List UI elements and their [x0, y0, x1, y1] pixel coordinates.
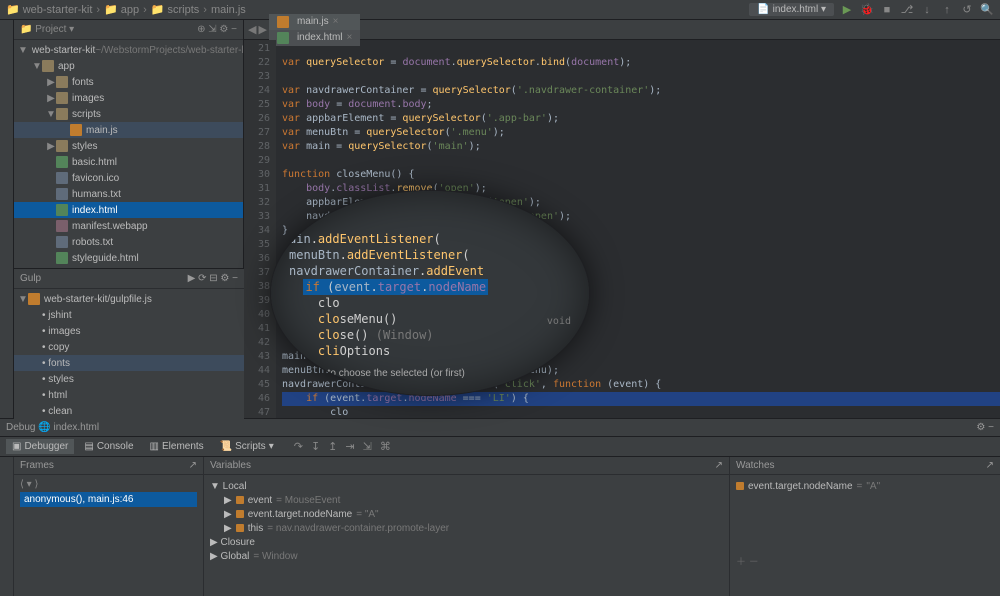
editor-tabs: ◀ ▶ main.js ×index.html × [244, 20, 1000, 40]
breadcrumb: 📁 web-starter-kit › 📁 app › 📁 scripts › … [6, 3, 246, 16]
tree-item[interactable]: ▶fonts [14, 74, 243, 90]
step-into-icon[interactable]: ↧ [311, 440, 320, 453]
expand-icon[interactable]: ↗ [715, 460, 723, 471]
tab-console[interactable]: ▤ Console [78, 439, 139, 454]
gear-icon[interactable]: ⚙ [976, 422, 985, 433]
project-panel-title[interactable]: 📁 Project ▾ [20, 24, 74, 35]
update-icon[interactable]: ↓ [920, 3, 934, 17]
run-config-selector[interactable]: 📄 index.html ▾ [749, 3, 834, 16]
stop-icon[interactable]: ■ [880, 3, 894, 17]
tree-item[interactable]: humans.txt [14, 186, 243, 202]
breadcrumb-item[interactable]: 📁 web-starter-kit [6, 3, 92, 16]
search-icon[interactable]: 🔍 [980, 3, 994, 17]
gulp-task[interactable]: • copy [14, 339, 244, 355]
watch-item[interactable]: event.target.nodeName = "A" [736, 479, 994, 493]
completion-hint: void [547, 316, 571, 327]
nav-back-icon[interactable]: ◀ [248, 23, 256, 36]
tree-item[interactable]: favicon.ico [14, 170, 243, 186]
expand-icon[interactable]: ↗ [986, 460, 994, 471]
variable-item[interactable]: ▶this = nav.navdrawer-container.promote-… [210, 521, 723, 535]
gulp-task[interactable]: • styles [14, 371, 244, 387]
variable-item[interactable]: ▶event = MouseEvent [210, 493, 723, 507]
add-watch-button[interactable]: ＋ － [736, 553, 994, 568]
step-out-icon[interactable]: ↥ [328, 440, 337, 453]
gear-icon[interactable]: ⚙ [219, 24, 228, 35]
completion-footer: Press ^. to choose the selected (or firs… [289, 368, 465, 379]
debug-tool-window: Debug 🌐 index.html ⚙ − ▣ Debugger ▤ Cons… [0, 418, 1000, 596]
gulp-task[interactable]: • html [14, 387, 244, 403]
project-tree[interactable]: ▼web-starter-kit ~/WebstormProjects/web-… [14, 40, 243, 268]
hide-icon[interactable]: − [232, 273, 238, 284]
tree-item[interactable]: ▼scripts [14, 106, 243, 122]
debug-target: index.html [53, 422, 99, 433]
refresh-icon[interactable]: ⟳ [198, 273, 206, 284]
run-icon[interactable]: ▶ [840, 3, 854, 17]
watches-panel: Watches ↗ event.target.nodeName = "A" ＋ … [730, 457, 1000, 596]
editor-tab[interactable]: main.js × [269, 14, 360, 30]
collapse-icon[interactable]: ⇲ [208, 24, 216, 35]
frames-title: Frames [20, 460, 54, 471]
vcs-icon[interactable]: ⎇ [900, 3, 914, 17]
tree-item[interactable]: ▼web-starter-kit/gulpfile.js [14, 291, 244, 307]
expand-icon[interactable]: ↗ [189, 460, 197, 471]
tree-item[interactable]: ▼web-starter-kit ~/WebstormProjects/web-… [14, 42, 243, 58]
stack-frame[interactable]: anonymous(), main.js:46 [20, 492, 197, 507]
variables-title: Variables [210, 460, 251, 471]
gutter: 2122232425262728293031323334353637383940… [244, 40, 276, 418]
run-to-cursor-icon[interactable]: ⇲ [363, 440, 372, 453]
tree-item[interactable]: ▶images [14, 90, 243, 106]
step-over-icon[interactable]: ↷ [294, 440, 303, 453]
variable-item[interactable]: ▶event.target.nodeName = "A" [210, 507, 723, 521]
debug-label: Debug [6, 422, 35, 433]
locate-icon[interactable]: ⊕ [197, 24, 205, 35]
project-panel: 📁 Project ▾ ⊕ ⇲ ⚙ − ▼web-starter-kit ~/W… [14, 20, 244, 268]
breadcrumb-item[interactable]: 📁 scripts [151, 3, 199, 16]
tree-item[interactable]: ▼app [14, 58, 243, 74]
gear-icon[interactable]: ⚙ [220, 273, 229, 284]
top-bar: 📁 web-starter-kit › 📁 app › 📁 scripts › … [0, 0, 1000, 20]
gulp-task[interactable]: • images [14, 323, 244, 339]
force-step-icon[interactable]: ⇥ [345, 440, 354, 453]
tree-item[interactable]: ▶styles [14, 138, 243, 154]
nav-fwd-icon[interactable]: ▶ [258, 23, 266, 36]
frames-panel: Frames ↗ ⟨ ▾ ⟩ anonymous(), main.js:46 [14, 457, 204, 596]
gulp-task[interactable]: • clean [14, 403, 244, 419]
tree-item[interactable]: basic.html [14, 154, 243, 170]
hide-icon[interactable]: − [988, 422, 994, 433]
debug-icon[interactable]: 🐞 [860, 3, 874, 17]
history-icon[interactable]: ↺ [960, 3, 974, 17]
watches-title: Watches [736, 460, 775, 471]
breadcrumb-item[interactable]: 📁 app [104, 3, 139, 16]
evaluate-icon[interactable]: ⌘ [380, 440, 391, 453]
tree-item[interactable]: robots.txt [14, 234, 243, 250]
tree-item[interactable]: main.js [14, 122, 243, 138]
close-icon[interactable]: × [333, 16, 339, 27]
collapse-icon[interactable]: ⊟ [209, 273, 217, 284]
breadcrumb-item[interactable]: main.js [211, 3, 246, 16]
tab-debugger[interactable]: ▣ Debugger [6, 439, 74, 454]
tab-scripts[interactable]: 📜 Scripts ▾ [214, 439, 280, 454]
commit-icon[interactable]: ↑ [940, 3, 954, 17]
gulp-task[interactable]: • fonts [14, 355, 244, 371]
tree-item[interactable]: styleguide.html [14, 250, 243, 266]
debug-sidebar[interactable] [0, 457, 14, 596]
tree-item[interactable]: index.html [14, 202, 243, 218]
gulp-panel-title: Gulp [20, 273, 41, 284]
tool-window-bar-left[interactable] [0, 20, 14, 418]
magnifier-overlay: ain.addEventListener( menuBtn.addEventLi… [270, 190, 590, 396]
variables-panel: Variables ↗ ▼ Local ▶event = MouseEvent▶… [204, 457, 730, 596]
gulp-task[interactable]: • jshint [14, 307, 244, 323]
tab-elements[interactable]: ▥ Elements [144, 439, 210, 454]
run-icon[interactable]: ▶ [188, 273, 196, 284]
tree-item[interactable]: manifest.webapp [14, 218, 243, 234]
hide-icon[interactable]: − [231, 24, 237, 35]
